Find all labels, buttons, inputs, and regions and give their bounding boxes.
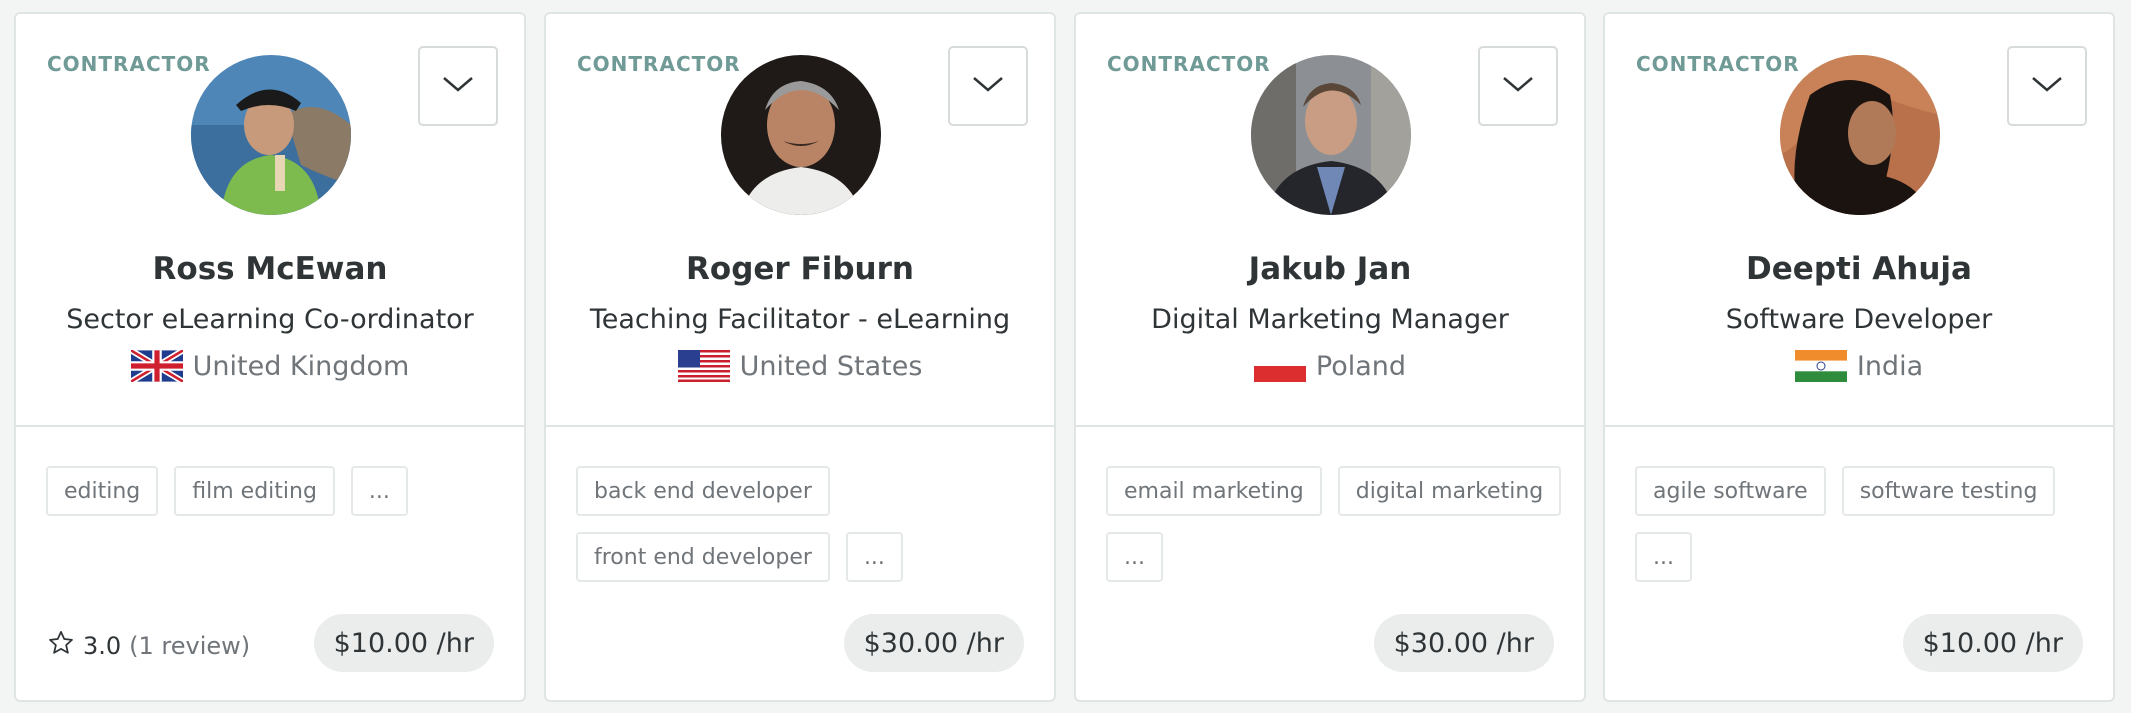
chevron-down-icon — [1501, 74, 1535, 98]
skill-tag[interactable]: film editing — [174, 466, 335, 516]
rating-value: 3.0 — [83, 632, 122, 660]
flag-us-icon — [677, 350, 730, 382]
expand-toggle-button[interactable] — [948, 46, 1028, 126]
skill-tag[interactable]: agile software — [1635, 466, 1826, 516]
hourly-rate-badge: $10.00 /hr — [1902, 614, 2083, 672]
contractor-location: India — [1605, 350, 2113, 382]
contractor-name[interactable]: Deepti Ahuja — [1605, 251, 2113, 287]
more-skills-button[interactable]: ... — [1635, 532, 1692, 582]
contractor-name[interactable]: Roger Fiburn — [546, 251, 1054, 287]
country-label: United Kingdom — [192, 350, 410, 382]
flag-poland-icon — [1253, 350, 1306, 382]
skill-tag[interactable]: back end developer — [576, 466, 830, 516]
contractor-type-label: CONTRACTOR — [1636, 52, 1800, 76]
star-icon — [47, 629, 75, 663]
contractor-card[interactable]: CONTRACTOR Deepti Ahuja Software Develop… — [1603, 12, 2115, 702]
avatar[interactable] — [191, 55, 351, 215]
avatar[interactable] — [1251, 55, 1411, 215]
skill-tag[interactable]: editing — [46, 466, 159, 516]
flag-india-icon — [1794, 350, 1847, 382]
more-skills-button[interactable]: ... — [1106, 532, 1163, 582]
contractor-location: Poland — [1076, 350, 1584, 382]
chevron-down-icon — [2030, 74, 2064, 98]
chevron-down-icon — [441, 74, 475, 98]
contractor-card[interactable]: CONTRACTOR Jakub Jan Digital Marketing M… — [1074, 12, 1586, 702]
skill-tag[interactable]: software testing — [1841, 466, 2056, 516]
skill-tag[interactable]: front end developer — [576, 532, 830, 582]
card-header: CONTRACTOR Deepti Ahuja Software Develop… — [1605, 14, 2113, 427]
skill-tag[interactable]: email marketing — [1106, 466, 1322, 516]
skill-tag[interactable]: digital marketing — [1337, 466, 1562, 516]
expand-toggle-button[interactable] — [418, 46, 498, 126]
more-skills-button[interactable]: ... — [845, 532, 903, 582]
avatar[interactable] — [721, 55, 881, 215]
contractor-title: Software Developer — [1725, 304, 1993, 335]
card-header: CONTRACTOR Ross McEwan Sector eLearning … — [16, 14, 524, 427]
card-header: CONTRACTOR Jakub Jan Digital Marketing M… — [1076, 14, 1584, 427]
hourly-rate-badge: $30.00 /hr — [843, 614, 1024, 672]
expand-toggle-button[interactable] — [2007, 46, 2087, 126]
rating: 3.0 (1 review) — [47, 629, 250, 663]
contractor-title: Sector eLearning Co-ordinator — [66, 304, 474, 335]
more-skills-button[interactable]: ... — [350, 466, 408, 516]
avatar[interactable] — [1780, 55, 1940, 215]
contractor-location: United Kingdom — [16, 350, 524, 382]
contractor-location: United States — [546, 350, 1054, 382]
country-label: United States — [739, 350, 923, 382]
contractor-title: Digital Marketing Manager — [1151, 304, 1509, 335]
flag-uk-icon — [130, 350, 183, 382]
contractor-title: Teaching Facilitator - eLearning — [589, 304, 1011, 335]
expand-toggle-button[interactable] — [1478, 46, 1558, 126]
country-label: Poland — [1315, 350, 1407, 382]
card-header: CONTRACTOR Roger Fiburn Teaching Facilit… — [546, 14, 1054, 427]
hourly-rate-badge: $10.00 /hr — [313, 614, 494, 672]
contractor-card[interactable]: CONTRACTOR Roger Fiburn Teaching Facilit… — [544, 12, 1056, 702]
review-count: (1 review) — [129, 632, 251, 660]
skills-list: email marketing digital marketing ... — [1106, 466, 1564, 582]
chevron-down-icon — [971, 74, 1005, 98]
skills-list: back end developer front end developer .… — [576, 466, 1034, 582]
contractor-type-label: CONTRACTOR — [577, 52, 741, 76]
contractor-card[interactable]: CONTRACTOR Ross McEwan Sector eLearning … — [14, 12, 526, 702]
contractor-type-label: CONTRACTOR — [1107, 52, 1271, 76]
skills-list: agile software software testing ... — [1635, 466, 2093, 582]
contractor-name[interactable]: Jakub Jan — [1076, 251, 1584, 287]
hourly-rate-badge: $30.00 /hr — [1373, 614, 1554, 672]
country-label: India — [1856, 350, 1924, 382]
contractor-name[interactable]: Ross McEwan — [16, 251, 524, 287]
contractor-type-label: CONTRACTOR — [47, 52, 211, 76]
skills-list: editing film editing ... — [46, 466, 504, 516]
